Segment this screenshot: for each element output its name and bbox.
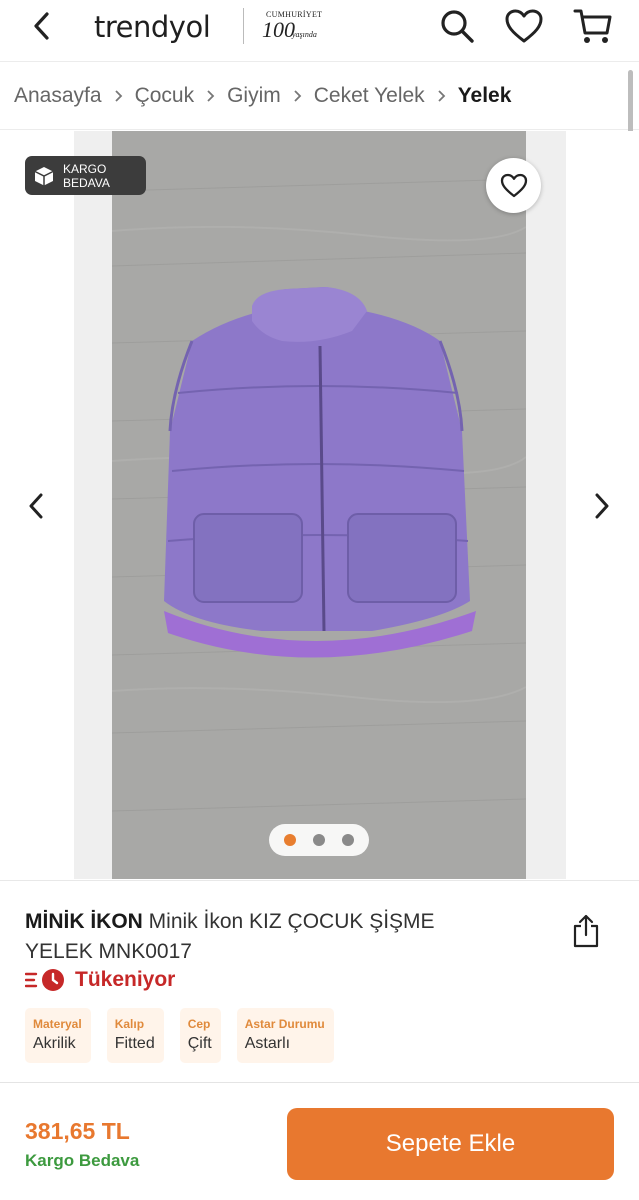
chevron-right-icon: [293, 89, 302, 103]
logo-divider: [243, 8, 244, 44]
chevron-right-icon: [206, 89, 215, 103]
product-info: MİNİK İKON Minik İkon KIZ ÇOCUK ŞİŞME YE…: [0, 880, 639, 1082]
box-icon: [34, 166, 54, 185]
stock-status: Tükeniyor: [25, 965, 175, 995]
attribute-value: Akrilik: [33, 1035, 76, 1052]
attribute-materyal: Materyal Akrilik: [25, 1008, 91, 1063]
chevron-right-icon: [114, 89, 123, 103]
top-header: trendyol CUMHURİYET 100 yaşında: [0, 0, 639, 62]
product-image[interactable]: [74, 131, 566, 879]
attribute-kalip: Kalıp Fitted: [106, 1008, 164, 1063]
next-image-button[interactable]: [582, 486, 622, 526]
attribute-value: Astarlı: [244, 1035, 291, 1052]
image-pagination: [269, 824, 369, 856]
attribute-value: Fitted: [114, 1035, 155, 1052]
back-button[interactable]: [22, 6, 62, 46]
product-brand[interactable]: MİNİK İKON: [25, 910, 143, 933]
free-shipping-label: Kargo Bedava: [25, 1151, 140, 1170]
attribute-key: Astar Durumu: [244, 1017, 325, 1031]
attribute-key: Cep: [187, 1017, 211, 1031]
search-button[interactable]: [435, 4, 479, 48]
attribute-cep: Cep Çift: [179, 1008, 221, 1063]
stock-status-label: Tükeniyor: [75, 968, 176, 991]
anniversary-sub-text: yaşında: [292, 30, 317, 39]
fast-clock-icon: [25, 969, 64, 991]
attribute-key: Kalıp: [114, 1017, 145, 1031]
chevron-right-icon: [595, 493, 609, 519]
favorites-button[interactable]: [502, 4, 546, 48]
anniversary-number: 100: [262, 17, 295, 42]
product-title: MİNİK İKON Minik İkon KIZ ÇOCUK ŞİŞME YE…: [25, 907, 505, 967]
republic-100-logo: CUMHURİYET 100 yaşında: [262, 10, 324, 44]
attribute-list: Materyal Akrilik Kalıp Fitted Cep Çift A…: [25, 1008, 334, 1063]
free-cargo-badge: KARGO BEDAVA: [25, 156, 146, 195]
chevron-right-icon: [437, 89, 446, 103]
product-price: 381,65 TL: [25, 1118, 130, 1144]
breadcrumb-ceket-yelek[interactable]: Ceket Yelek: [314, 84, 425, 108]
add-to-cart-button[interactable]: Sepete Ekle: [287, 1108, 614, 1180]
breadcrumb-yelek[interactable]: Yelek: [458, 84, 512, 108]
heart-icon: [505, 9, 543, 43]
breadcrumb-home[interactable]: Anasayfa: [14, 84, 102, 108]
vest-photo: [112, 131, 526, 879]
pagination-dot[interactable]: [342, 834, 354, 846]
breadcrumb: Anasayfa Çocuk Giyim Ceket Yelek Yelek: [0, 62, 639, 130]
attribute-key: Materyal: [33, 1017, 82, 1031]
breadcrumb-giyim[interactable]: Giyim: [227, 84, 281, 108]
attribute-astar-durumu: Astar Durumu Astarlı: [236, 1008, 334, 1063]
share-button[interactable]: [566, 911, 606, 951]
cart-icon: [573, 9, 612, 43]
prev-image-button[interactable]: [16, 486, 56, 526]
back-icon: [34, 12, 49, 40]
chevron-left-icon: [29, 493, 43, 519]
breadcrumb-cocuk[interactable]: Çocuk: [135, 84, 195, 108]
product-gallery: KARGO BEDAVA: [0, 131, 639, 879]
attribute-value: Çift: [187, 1035, 212, 1052]
pagination-dot[interactable]: [284, 834, 296, 846]
free-cargo-label: KARGO BEDAVA: [63, 161, 110, 190]
add-to-favorites-button[interactable]: [486, 158, 541, 213]
share-icon: [573, 914, 599, 948]
trendyol-logo[interactable]: trendyol: [94, 10, 211, 44]
cart-button[interactable]: [571, 4, 615, 48]
purchase-bar: 381,65 TL Kargo Bedava Sepete Ekle: [0, 1082, 639, 1200]
heart-icon: [500, 173, 527, 198]
search-icon: [441, 10, 474, 43]
pagination-dot[interactable]: [313, 834, 325, 846]
